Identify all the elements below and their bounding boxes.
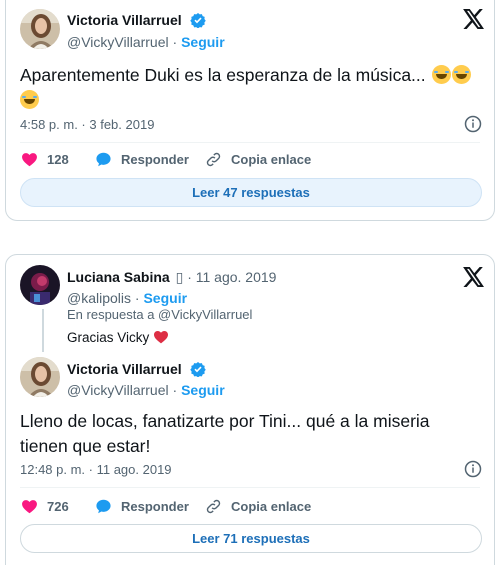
read-replies-label: Leer 71 respuestas	[192, 531, 310, 546]
verified-badge-icon	[189, 13, 206, 28]
parent-text-body: Gracias Vicky	[67, 330, 150, 345]
handle-text[interactable]: @VickyVillarruel	[67, 382, 169, 398]
verified-badge-icon	[189, 362, 206, 377]
avatar[interactable]	[20, 265, 60, 305]
reply-button[interactable]: Responder	[95, 151, 189, 168]
like-button[interactable]: 726	[21, 498, 69, 515]
laughing-emoji-icon	[20, 90, 39, 109]
link-icon	[206, 152, 221, 167]
like-count: 726	[47, 499, 69, 514]
tweet-card: Victoria Villarruel @VickyVillarruel · S…	[5, 0, 495, 221]
tweet-card: Luciana Sabina ▯ · 11 ago. 2019 @kalipol…	[5, 254, 495, 565]
laughing-emoji-icon	[451, 65, 471, 84]
info-icon[interactable]	[464, 460, 482, 478]
laughing-emoji-icon	[431, 65, 451, 84]
tweet-text: Lleno de locas, fanatizarte por Tini... …	[20, 411, 430, 456]
copy-link-label: Copia enlace	[231, 499, 312, 514]
handle-text[interactable]: @VickyVillarruel	[67, 34, 169, 50]
speech-bubble-icon	[96, 152, 111, 167]
like-button[interactable]: 128	[21, 151, 69, 168]
heart-icon	[22, 153, 37, 167]
reply-button[interactable]: Responder	[95, 498, 189, 515]
reply-label: Responder	[121, 499, 189, 514]
x-logo-icon[interactable]	[463, 267, 485, 287]
heart-icon	[22, 500, 37, 514]
copy-link-button[interactable]: Copia enlace	[205, 151, 311, 168]
author-handle: @VickyVillarruel · Seguir	[67, 33, 225, 51]
follow-button[interactable]: Seguir	[181, 382, 225, 398]
x-logo-icon[interactable]	[463, 9, 485, 29]
post-date[interactable]: ▯ · 11 ago. 2019	[176, 269, 277, 285]
thread-line	[42, 309, 44, 352]
author-name-text[interactable]: Victoria Villarruel	[67, 12, 182, 28]
tweet-timestamp[interactable]: 4:58 p. m. · 3 feb. 2019	[20, 117, 154, 132]
tweet-timestamp[interactable]: 12:48 p. m. · 11 ago. 2019	[20, 462, 172, 477]
like-count: 128	[47, 152, 69, 167]
author-name-text[interactable]: Luciana Sabina	[67, 269, 170, 285]
tweet-text: Aparentemente Duki es la esperanza de la…	[20, 63, 490, 113]
author-handle: @kalipolis · Seguir	[67, 289, 187, 307]
avatar[interactable]	[20, 357, 60, 397]
copy-link-label: Copia enlace	[231, 152, 312, 167]
read-replies-button[interactable]: Leer 47 respuestas	[20, 178, 482, 207]
author-name-text[interactable]: Victoria Villarruel	[67, 361, 182, 377]
divider	[20, 487, 480, 488]
separator: ·	[168, 382, 182, 398]
author-name[interactable]: Luciana Sabina ▯ · 11 ago. 2019	[67, 268, 276, 286]
author-name[interactable]: Victoria Villarruel	[67, 360, 206, 378]
reply-label: Responder	[121, 152, 189, 167]
link-icon	[206, 499, 221, 514]
follow-button[interactable]: Seguir	[181, 34, 225, 50]
handle-text[interactable]: @kalipolis	[67, 290, 131, 306]
avatar[interactable]	[20, 9, 60, 49]
reply-context[interactable]: En respuesta a @VickyVillarruel	[67, 307, 252, 322]
tweet-text-body: Aparentemente Duki es la esperanza de la…	[20, 65, 426, 85]
parent-tweet-text: Gracias Vicky	[67, 329, 169, 345]
copy-link-button[interactable]: Copia enlace	[205, 498, 311, 515]
separator: ·	[168, 34, 182, 50]
info-icon[interactable]	[464, 115, 482, 133]
divider	[20, 142, 480, 143]
red-heart-emoji-icon	[154, 331, 169, 344]
read-replies-button[interactable]: Leer 71 respuestas	[20, 524, 482, 553]
separator: ·	[131, 290, 144, 306]
read-replies-label: Leer 47 respuestas	[192, 185, 310, 200]
author-name[interactable]: Victoria Villarruel	[67, 11, 206, 29]
speech-bubble-icon	[96, 499, 111, 514]
follow-button[interactable]: Seguir	[143, 290, 187, 306]
author-handle: @VickyVillarruel · Seguir	[67, 381, 225, 399]
